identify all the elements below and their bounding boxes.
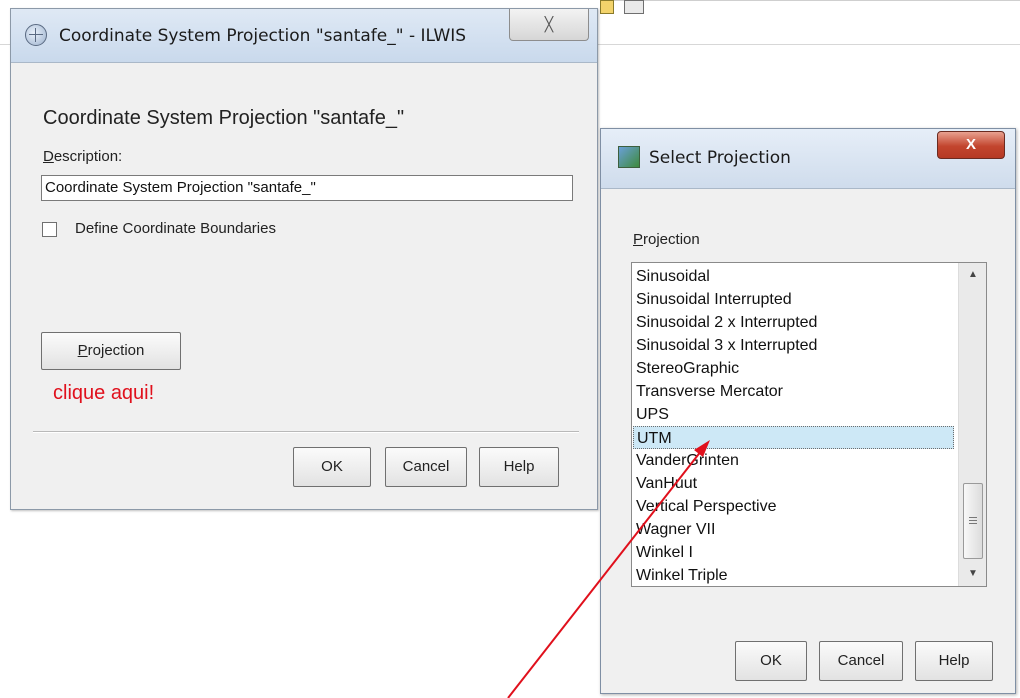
projection-button-text: rojection — [87, 342, 145, 359]
projection-listbox[interactable]: Sinusoidal Sinusoidal Interrupted Sinuso… — [631, 262, 987, 587]
annotation-text: clique aqui! — [53, 382, 155, 404]
dialog-separator — [33, 431, 579, 433]
projection-list-label-text: rojection — [643, 231, 700, 248]
list-item-selected[interactable]: UTM — [633, 426, 954, 449]
cancel-button[interactable]: Cancel — [385, 447, 467, 487]
list-item[interactable]: Sinusoidal — [633, 265, 953, 288]
list-item[interactable]: StereoGraphic — [633, 357, 953, 380]
background-window-edge — [600, 0, 1020, 1]
ok-button[interactable]: OK — [293, 447, 371, 487]
dialog-titlebar: Coordinate System Projection "santafe_" … — [11, 9, 597, 63]
select-projection-dialog: Select Projection X Projection Sinusoida… — [600, 128, 1016, 694]
background-toolbar-icon — [600, 0, 614, 14]
projection-list-label-accel: P — [633, 231, 644, 248]
description-label-accel: D — [43, 148, 54, 165]
ok-button[interactable]: OK — [735, 641, 807, 681]
dialog-title: Coordinate System Projection "santafe_" … — [59, 26, 467, 46]
define-boundaries-checkbox[interactable] — [42, 222, 57, 237]
ilwis-app-icon — [618, 146, 640, 168]
projection-button-accel: P — [77, 342, 88, 359]
scroll-down-arrow-icon[interactable]: ▼ — [959, 562, 986, 586]
scroll-up-arrow-icon[interactable]: ▲ — [959, 263, 986, 287]
help-button[interactable]: Help — [479, 447, 559, 487]
list-item[interactable]: Vertical Perspective — [633, 495, 953, 518]
help-button[interactable]: Help — [915, 641, 993, 681]
list-item[interactable]: Sinusoidal 3 x Interrupted — [633, 334, 953, 357]
list-item[interactable]: VanHuut — [633, 472, 953, 495]
list-item[interactable]: Winkel Triple — [633, 564, 953, 586]
description-label: Description: — [43, 148, 122, 165]
scrollbar-thumb[interactable] — [963, 483, 983, 559]
description-input[interactable]: Coordinate System Projection "santafe_" — [41, 175, 573, 201]
list-item[interactable]: Sinusoidal 2 x Interrupted — [633, 311, 953, 334]
select-dialog-titlebar: Select Projection X — [601, 129, 1015, 189]
cancel-button[interactable]: Cancel — [819, 641, 903, 681]
description-label-text: escription: — [53, 148, 123, 165]
close-button[interactable]: X — [937, 131, 1005, 159]
globe-icon — [25, 24, 47, 46]
define-boundaries-label: Define Coordinate Boundaries — [75, 220, 276, 237]
grip-icon — [969, 517, 977, 524]
list-item[interactable]: Transverse Mercator — [633, 380, 953, 403]
select-dialog-title: Select Projection — [649, 148, 791, 168]
background-toolbar-icon — [624, 0, 644, 14]
close-button[interactable]: ╳ — [509, 9, 589, 41]
list-item[interactable]: VanderGrinten — [633, 449, 953, 472]
list-scrollbar[interactable]: ▲ ▼ — [958, 263, 986, 586]
coordinate-system-dialog: Coordinate System Projection "santafe_" … — [10, 8, 598, 510]
dialog-heading: Coordinate System Projection "santafe_" — [43, 107, 405, 129]
projection-list-label: Projection — [633, 231, 700, 248]
list-item[interactable]: UPS — [633, 403, 953, 426]
list-item[interactable]: Sinusoidal Interrupted — [633, 288, 953, 311]
list-item[interactable]: Winkel I — [633, 541, 953, 564]
screen: Coordinate System Projection "santafe_" … — [0, 0, 1020, 698]
list-item[interactable]: Wagner VII — [633, 518, 953, 541]
projection-button[interactable]: Projection — [41, 332, 181, 370]
